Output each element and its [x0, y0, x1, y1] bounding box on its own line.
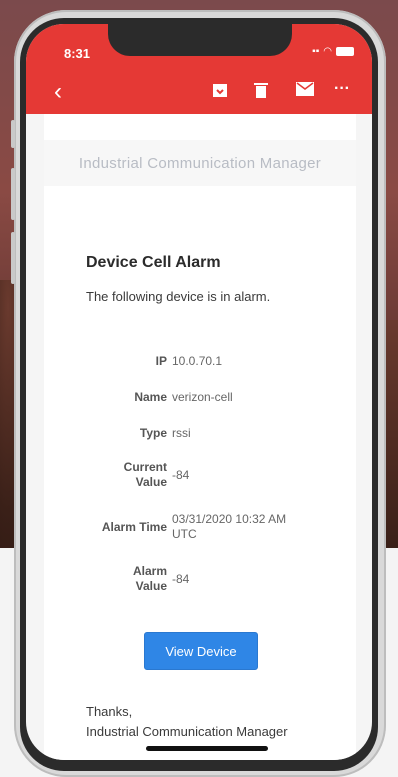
delete-button[interactable] — [254, 82, 268, 103]
banner-text: Industrial Communication Manager — [78, 154, 322, 172]
battery-icon — [336, 47, 354, 56]
trash-icon — [254, 83, 268, 98]
back-button[interactable]: ‹ — [54, 80, 62, 104]
phone-volume-up — [11, 168, 15, 220]
signal-icon: ▪▪ — [312, 46, 320, 57]
more-icon: ··· — [334, 80, 350, 97]
archive-button[interactable] — [212, 82, 228, 103]
field-label: Type — [139, 426, 167, 440]
email-title: Device Cell Alarm — [86, 254, 221, 271]
field-value: 10.0.70.1 — [172, 354, 223, 368]
field-label: Name — [134, 390, 167, 404]
more-button[interactable]: ··· — [334, 80, 350, 98]
status-time: 8:31 — [64, 46, 91, 61]
archive-icon — [213, 84, 227, 97]
phone-side-button — [11, 120, 15, 148]
phone-volume-down — [11, 232, 15, 284]
field-value: rssi — [172, 426, 191, 440]
field-label: Alarm Time — [101, 520, 167, 534]
signature-text: Industrial Communication Manager — [86, 724, 288, 739]
home-indicator[interactable] — [146, 746, 268, 751]
field-value: 03/31/2020 10:32 AM UTC — [172, 512, 287, 541]
wifi-icon: ◠ — [323, 46, 332, 57]
email-banner: Industrial Communication Manager — [44, 140, 356, 186]
field-label: Alarm Value — [132, 564, 167, 593]
email-intro: The following device is in alarm. — [86, 289, 271, 304]
view-device-button[interactable]: View Device — [144, 632, 258, 670]
field-label: IP — [155, 354, 167, 368]
status-icons: ▪▪ ◠ — [312, 46, 354, 57]
email-signoff: Thanks, Industrial Communication Manager — [86, 702, 288, 742]
field-label: Current Value — [123, 460, 167, 489]
mail-header: 8:31 ▪▪ ◠ ‹ ··· — [26, 24, 372, 114]
email-body: Industrial Communication Manager Device … — [44, 114, 356, 760]
field-value: -84 — [172, 572, 190, 586]
phone-screen: 8:31 ▪▪ ◠ ‹ ··· Industrial Communication… — [26, 24, 372, 760]
field-value: verizon-cell — [172, 390, 233, 404]
phone-notch — [108, 24, 292, 56]
signoff-text: Thanks, — [86, 704, 133, 719]
field-value: -84 — [172, 468, 190, 482]
mail-button[interactable] — [296, 82, 314, 101]
mail-icon — [296, 82, 314, 96]
